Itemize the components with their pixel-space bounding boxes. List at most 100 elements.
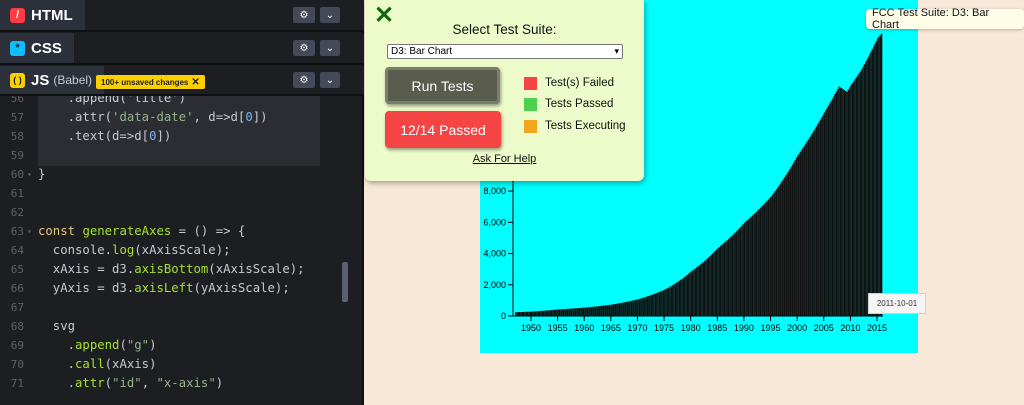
bar[interactable] <box>791 164 794 316</box>
bar[interactable] <box>517 312 519 316</box>
html-pane-header[interactable]: / HTML ⚙ ⌄ <box>0 0 364 32</box>
bar[interactable] <box>811 133 814 316</box>
bar[interactable] <box>582 307 585 316</box>
bar[interactable] <box>600 305 602 316</box>
bar[interactable] <box>771 194 774 316</box>
bar[interactable] <box>676 282 678 316</box>
code-line[interactable]: 62 <box>0 203 362 222</box>
bar[interactable] <box>713 252 715 316</box>
bar[interactable] <box>778 185 780 316</box>
bar[interactable] <box>781 181 783 316</box>
bar[interactable] <box>698 265 700 316</box>
bar[interactable] <box>597 306 599 316</box>
bar[interactable] <box>550 310 553 316</box>
css-pane-header[interactable]: * CSS ⚙ ⌄ <box>0 33 364 65</box>
bar[interactable] <box>549 310 551 316</box>
bar[interactable] <box>863 64 866 317</box>
bar[interactable] <box>696 267 698 316</box>
bar[interactable] <box>544 310 546 316</box>
bar[interactable] <box>633 300 635 316</box>
bar[interactable] <box>660 291 662 316</box>
code-line[interactable]: 57 .attr('data-date', d=>d[0]) <box>0 108 362 127</box>
bar[interactable] <box>782 179 784 316</box>
bar[interactable] <box>838 86 840 317</box>
bar[interactable] <box>530 311 533 316</box>
bar[interactable] <box>617 303 619 316</box>
js-tab[interactable]: ( ) JS (Babel) <box>0 66 105 94</box>
bar[interactable] <box>739 227 742 316</box>
fcc-test-suite-badge[interactable]: FCC Test Suite: D3: Bar Chart <box>866 7 1024 31</box>
bar[interactable] <box>797 155 799 316</box>
bar[interactable] <box>750 216 752 316</box>
bar[interactable] <box>661 290 663 316</box>
bar[interactable] <box>546 310 549 316</box>
bar[interactable] <box>614 303 617 316</box>
code-line[interactable]: 66 yAxis = d3.axisLeft(yAxisScale); <box>0 279 362 298</box>
bar[interactable] <box>700 264 702 316</box>
bar[interactable] <box>537 311 539 316</box>
bar[interactable] <box>648 295 650 316</box>
bar[interactable] <box>777 187 779 316</box>
code-line[interactable]: 60 ▾} <box>0 165 362 184</box>
bar[interactable] <box>837 89 839 316</box>
bar[interactable] <box>701 263 703 316</box>
bar[interactable] <box>718 247 720 316</box>
bar[interactable] <box>871 48 874 316</box>
unsaved-changes-badge[interactable]: 100+ unsaved changes ✕ <box>96 75 205 89</box>
bar[interactable] <box>636 299 638 316</box>
bar[interactable] <box>588 307 590 316</box>
bar[interactable] <box>861 69 863 316</box>
bar[interactable] <box>834 93 836 316</box>
test-suite-select[interactable]: D3: Bar Chart ▾ <box>387 44 623 59</box>
bar[interactable] <box>586 307 589 316</box>
bar[interactable] <box>786 173 788 316</box>
bar[interactable] <box>751 215 754 316</box>
bar[interactable] <box>684 276 686 316</box>
bar[interactable] <box>533 311 535 316</box>
bar[interactable] <box>818 121 820 316</box>
bar[interactable] <box>827 105 830 316</box>
bar[interactable] <box>664 289 666 316</box>
bar[interactable] <box>616 303 618 316</box>
bar[interactable] <box>854 79 856 316</box>
bar[interactable] <box>702 262 704 316</box>
bar[interactable] <box>598 306 601 316</box>
bar[interactable] <box>640 298 642 316</box>
bar[interactable] <box>762 204 764 316</box>
bar[interactable] <box>719 245 722 316</box>
bar[interactable] <box>569 308 571 316</box>
bar[interactable] <box>658 291 661 316</box>
js-collapse-chevron-down-icon[interactable]: ⌄ <box>320 72 340 88</box>
bar[interactable] <box>853 81 855 317</box>
bar[interactable] <box>763 203 766 316</box>
bar[interactable] <box>859 71 862 316</box>
bar[interactable] <box>545 310 547 316</box>
bar[interactable] <box>746 220 748 316</box>
bar[interactable] <box>673 284 675 316</box>
bar[interactable] <box>810 135 812 316</box>
bar[interactable] <box>677 281 679 316</box>
bar[interactable] <box>606 305 609 316</box>
code-line[interactable]: 59 <box>0 146 362 165</box>
bar[interactable] <box>769 197 771 316</box>
code-line[interactable]: 69 .append("g") <box>0 336 362 355</box>
ask-for-help-link[interactable]: Ask For Help <box>365 153 644 165</box>
bar[interactable] <box>803 145 806 316</box>
bar[interactable] <box>581 307 583 316</box>
bar[interactable] <box>727 238 730 316</box>
bar[interactable] <box>842 89 844 316</box>
bar[interactable] <box>730 236 732 316</box>
bar[interactable] <box>709 256 711 316</box>
bar[interactable] <box>697 266 699 316</box>
bar[interactable] <box>522 311 525 316</box>
code-line[interactable]: 70 .call(xAxis) <box>0 355 362 374</box>
bar[interactable] <box>826 107 828 316</box>
bar[interactable] <box>688 273 690 316</box>
bar[interactable] <box>682 277 685 316</box>
bar[interactable] <box>568 308 570 316</box>
bar[interactable] <box>558 309 561 316</box>
bar[interactable] <box>745 221 747 316</box>
bar[interactable] <box>717 248 719 316</box>
bar[interactable] <box>714 250 716 316</box>
bar[interactable] <box>668 287 670 316</box>
